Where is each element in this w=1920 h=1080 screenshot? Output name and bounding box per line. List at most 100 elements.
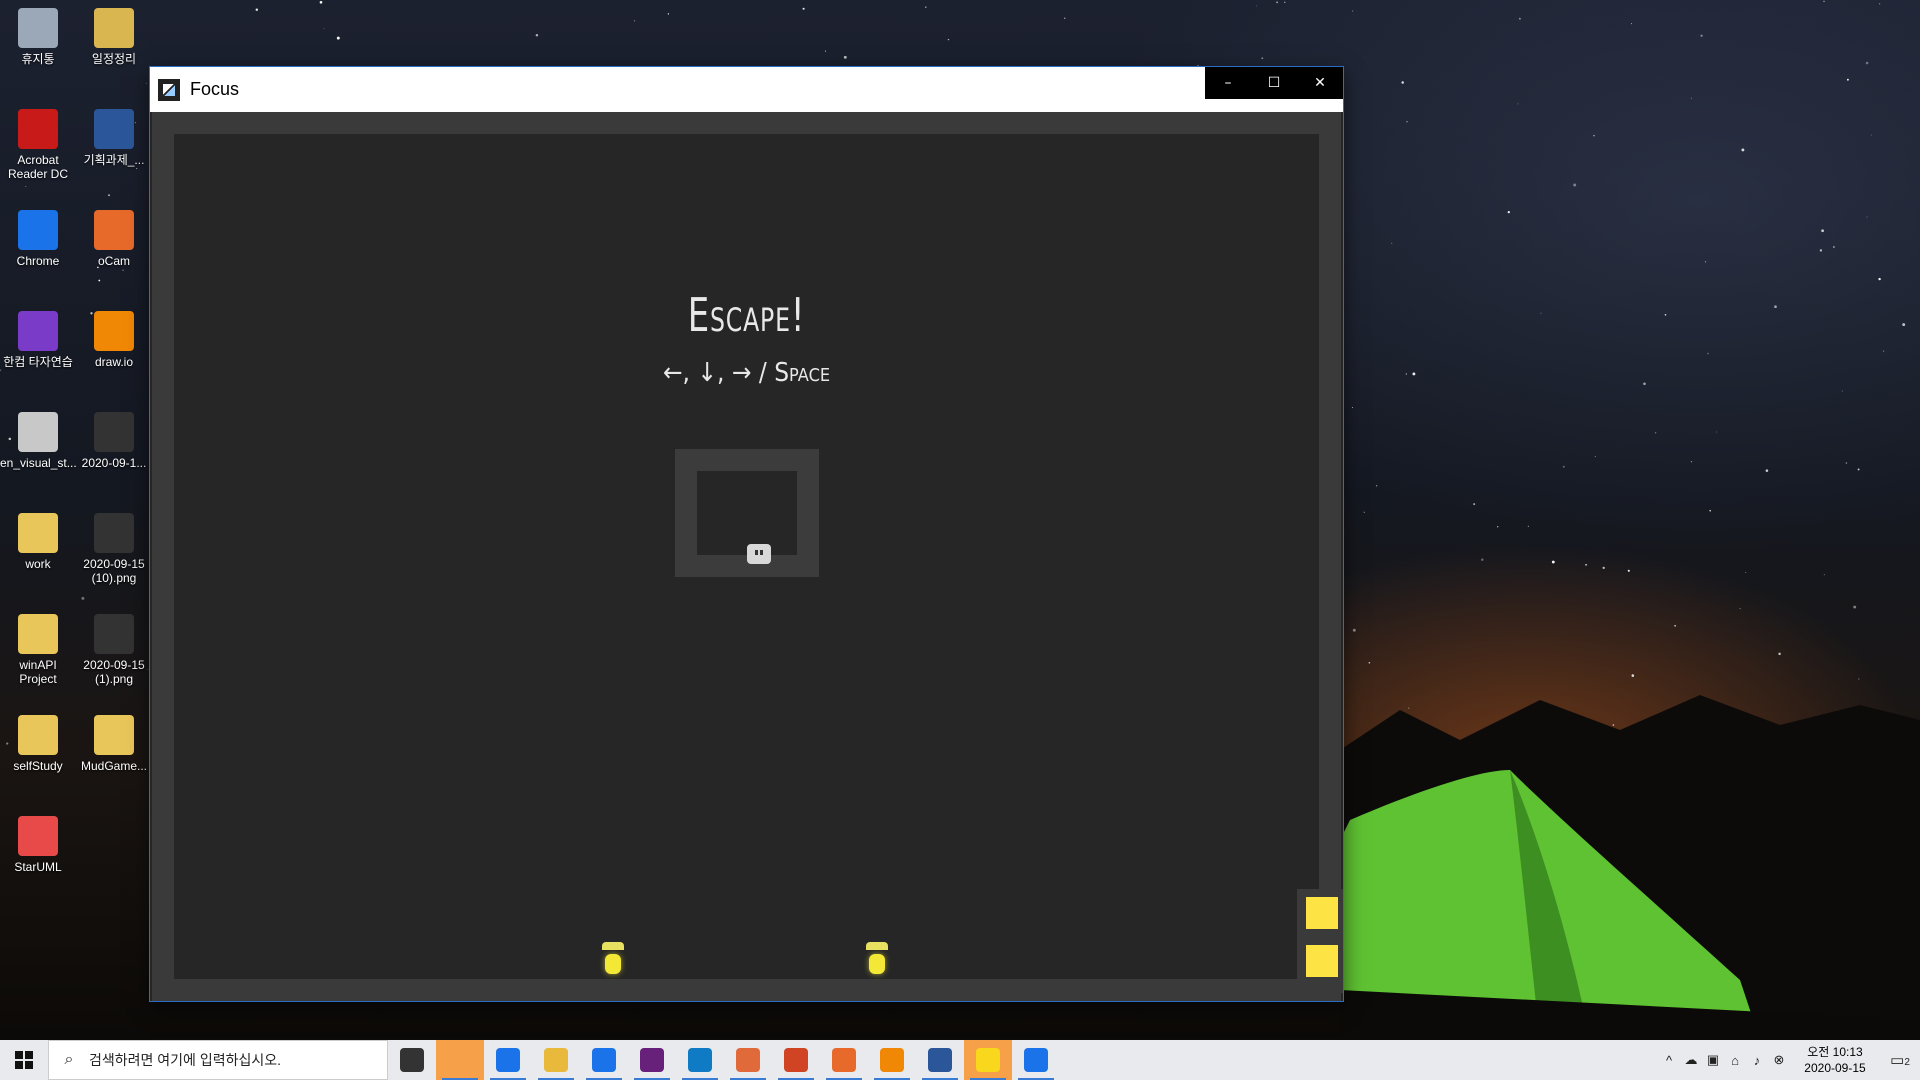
star (1630, 23, 1632, 25)
taskbar-app-button[interactable] (436, 1040, 484, 1080)
taskbar-app-button[interactable] (628, 1040, 676, 1080)
ime-icon[interactable]: ⊗ (1768, 1052, 1790, 1068)
title-bar[interactable]: Focus – ☐ ✕ (150, 67, 1343, 112)
chrome-icon (496, 1048, 520, 1072)
folder-icon (18, 614, 58, 654)
close-button[interactable]: ✕ (1297, 67, 1343, 99)
clock-time: 오전 10:13 (1807, 1045, 1863, 1059)
star (319, 0, 323, 4)
desktop-icon-label: Acrobat Reader DC (7, 153, 69, 181)
remote-app-icon (1024, 1048, 1048, 1072)
star (1631, 674, 1635, 677)
taskbar-app-button[interactable] (676, 1040, 724, 1080)
desktop-icon-label: 휴지통 (21, 52, 55, 66)
chevron-up-icon[interactable]: ^ (1658, 1053, 1680, 1068)
start-button[interactable] (0, 1040, 48, 1080)
desktop-icon-label: 한컴 타자연습 (3, 355, 73, 369)
window-controls: – ☐ ✕ (1205, 67, 1343, 99)
desktop-icon[interactable]: winAPI Project (0, 614, 76, 686)
desktop-icon[interactable]: 한컴 타자연습 (0, 311, 76, 369)
minimize-button[interactable]: – (1205, 67, 1251, 99)
image-file-icon (94, 513, 134, 553)
taskbar-app-button[interactable] (820, 1040, 868, 1080)
desktop-icon-label: draw.io (94, 355, 134, 369)
clock[interactable]: 오전 10:13 2020-09-15 (1790, 1044, 1880, 1076)
search-icon: ⌕ (64, 1051, 74, 1068)
star (1765, 469, 1769, 472)
star (1363, 511, 1365, 513)
desktop-icon[interactable]: selfStudy (0, 715, 76, 773)
taskbar-search[interactable]: ⌕ 검색하려면 여기에 입력하십시오. (48, 1040, 388, 1080)
desktop-icon-label: 기획과제_... (83, 153, 145, 167)
desktop-icon[interactable]: 휴지통 (0, 8, 76, 66)
taskbar-app-button[interactable] (772, 1040, 820, 1080)
windows-logo-icon (15, 1051, 33, 1069)
desktop-icon[interactable]: 2020-09-1... (76, 412, 152, 470)
desktop-icon-label: winAPI Project (19, 658, 57, 686)
onedrive-icon[interactable]: ☁ (1680, 1052, 1702, 1068)
focus-app-icon (158, 78, 180, 101)
desktop-icon-label: 2020-09-15 (10).png (83, 557, 145, 585)
star (1690, 97, 1692, 99)
desktop-icon[interactable]: en_visual_st... (0, 412, 77, 470)
recycle-bin-icon (18, 8, 58, 48)
taskbar-app-button[interactable] (484, 1040, 532, 1080)
network-monitor-icon[interactable]: ▣ (1702, 1052, 1724, 1068)
taskbar-app-button[interactable] (724, 1040, 772, 1080)
taskbar-app-button[interactable] (580, 1040, 628, 1080)
volume-icon[interactable]: ♪ (1746, 1053, 1768, 1068)
network-icon[interactable]: ⌂ (1724, 1053, 1746, 1068)
star (1902, 323, 1906, 327)
desktop-icon-label: oCam (97, 254, 130, 268)
desktop-icon[interactable]: 기획과제_... (76, 109, 152, 167)
desktop-icon[interactable]: Chrome (0, 210, 76, 268)
game-canvas[interactable]: Escape! ←, ↓, → / Space (150, 112, 1343, 1001)
star (1883, 350, 1885, 352)
star (1602, 566, 1605, 570)
desktop-icon[interactable]: draw.io (76, 311, 152, 369)
taskbar-apps (388, 1040, 1060, 1080)
taskbar-app-button[interactable] (388, 1040, 436, 1080)
star (1527, 525, 1529, 527)
taskbar-app-button[interactable] (964, 1040, 1012, 1080)
window-title: Focus (190, 79, 240, 99)
taskbar-app-button[interactable] (1012, 1040, 1060, 1080)
maximize-button[interactable]: ☐ (1251, 67, 1297, 99)
lamp-bulb (605, 954, 621, 974)
star (1833, 246, 1835, 248)
desktop-icon[interactable]: StarUML (0, 816, 76, 874)
word-doc-icon (94, 109, 134, 149)
star (1593, 134, 1595, 137)
star (1412, 372, 1416, 376)
notification-center-button[interactable]: ▭2 (1880, 1051, 1920, 1069)
desktop-icon[interactable]: 일정정리 (76, 8, 152, 66)
desktop-icon-label: work (25, 557, 51, 571)
star (25, 185, 27, 188)
star (1276, 1, 1279, 4)
maps-icon (592, 1048, 616, 1072)
star (1507, 210, 1510, 214)
desktop-icon[interactable]: 2020-09-15 (10).png (76, 513, 152, 585)
exit-door (1297, 889, 1343, 993)
star (1674, 624, 1676, 627)
taskbar-app-button[interactable] (868, 1040, 916, 1080)
exit-block-bottom (1306, 945, 1338, 977)
drawio-icon (94, 311, 134, 351)
taskbar-app-button[interactable] (916, 1040, 964, 1080)
desktop-icon[interactable]: oCam (76, 210, 152, 268)
chrome-icon (18, 210, 58, 250)
focus-window: Focus – ☐ ✕ Escape! ←, ↓, → / Space (150, 67, 1343, 1001)
star (1473, 503, 1476, 506)
desktop-icon[interactable]: 2020-09-15 (1).png (76, 614, 152, 686)
desktop-icon[interactable]: work (0, 513, 76, 571)
star (1819, 249, 1823, 252)
star (1690, 461, 1692, 463)
star (1774, 305, 1777, 309)
taskbar-app-button[interactable] (532, 1040, 580, 1080)
desktop-icon-label: selfStudy (13, 759, 63, 773)
star (336, 36, 340, 40)
sticky-notes-icon (448, 1048, 472, 1072)
star (323, 27, 325, 29)
desktop-icon[interactable]: Acrobat Reader DC (0, 109, 76, 181)
desktop-icon[interactable]: MudGame... (76, 715, 152, 773)
